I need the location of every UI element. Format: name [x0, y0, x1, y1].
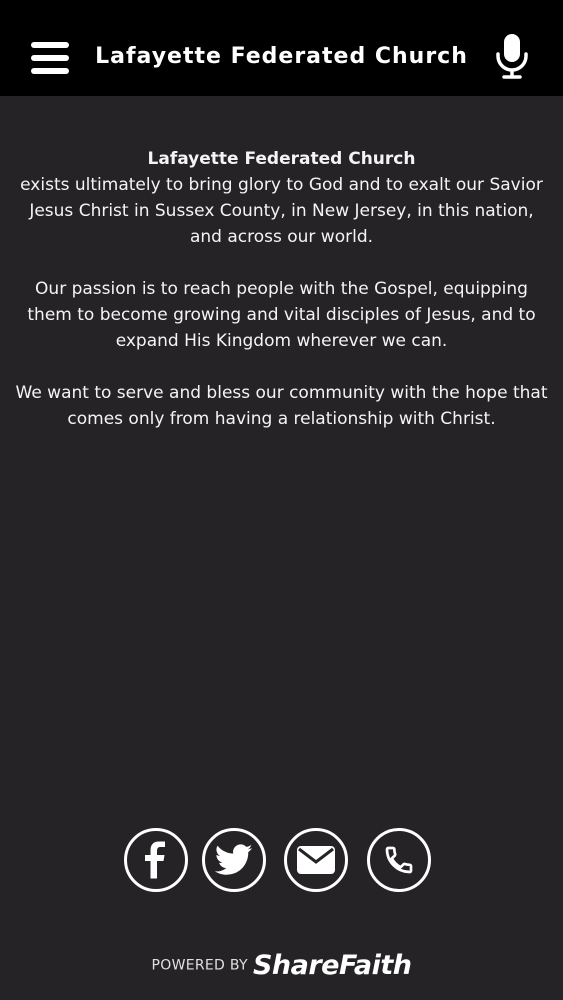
facebook-icon	[145, 841, 165, 879]
menu-line	[31, 55, 69, 61]
phone-button[interactable]	[367, 828, 431, 892]
about-paragraph-1: Lafayette Federated Church exists ultima…	[14, 146, 549, 250]
microphone-icon[interactable]	[494, 32, 530, 80]
menu-line	[31, 42, 69, 48]
email-icon	[297, 846, 335, 874]
menu-line	[31, 68, 69, 74]
hamburger-menu-icon[interactable]	[28, 38, 72, 76]
social-links	[0, 828, 563, 898]
powered-by-label: POWERED BY	[151, 957, 248, 974]
app-title: Lafayette Federated Church	[95, 44, 468, 69]
mission-text: exists ultimately to bring glory to God …	[20, 175, 543, 247]
top-app-bar: Lafayette Federated Church	[0, 0, 563, 96]
about-paragraph-3: We want to serve and bless our community…	[15, 383, 548, 429]
sharefaith-logo: ShareFaith	[252, 950, 412, 981]
twitter-button[interactable]	[202, 828, 266, 892]
facebook-button[interactable]	[124, 828, 188, 892]
about-paragraph-2: Our passion is to reach people with the …	[27, 279, 536, 351]
twitter-icon	[215, 844, 253, 875]
phone-icon	[385, 846, 413, 874]
about-text: Lafayette Federated Church exists ultima…	[14, 146, 549, 458]
email-button[interactable]	[284, 828, 348, 892]
powered-by-footer[interactable]: POWERED BY ShareFaith	[0, 950, 563, 981]
church-name: Lafayette Federated Church	[147, 149, 416, 169]
